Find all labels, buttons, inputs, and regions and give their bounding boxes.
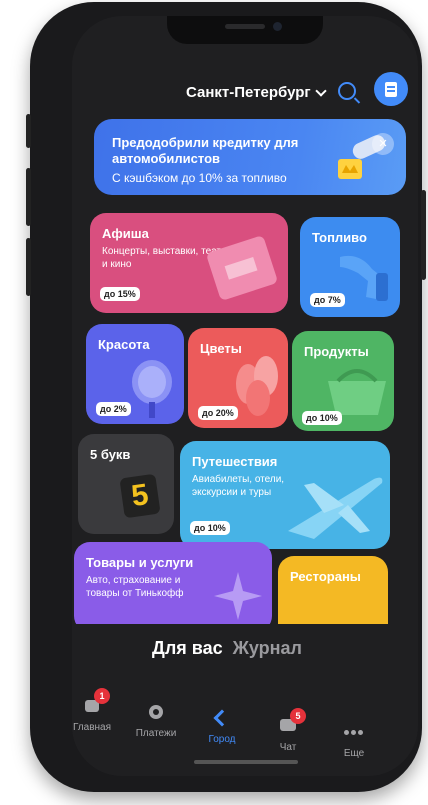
airplane-icon (288, 477, 383, 539)
tile-title: Рестораны (290, 569, 361, 584)
nav-label: Платежи (135, 728, 177, 739)
bottom-sheet: Для вас Журнал 1 Главная Платежи Город 5… (72, 624, 418, 776)
notch (167, 16, 323, 44)
nav-label: Чат (279, 742, 297, 753)
search-icon[interactable] (338, 82, 356, 100)
mirror-icon (132, 360, 172, 418)
fuel-nozzle-icon (340, 255, 388, 301)
nav-item-city[interactable]: Город (192, 708, 252, 745)
speaker (225, 24, 265, 29)
chevron-down-icon (315, 85, 327, 97)
tile-beauty[interactable]: Красота до 2% (86, 324, 184, 424)
phone-frame: Санкт-Петербург Предодобрили кредитку дл… (26, 2, 426, 792)
nav-item-home[interactable]: 1 Главная (72, 688, 122, 733)
tile-afisha[interactable]: Афиша Концерты, выставки, театр и кино д… (90, 213, 288, 313)
sparkle-icon (214, 572, 262, 620)
tile-title: Товары и услуги (86, 555, 194, 570)
promo-banner[interactable]: Предодобрили кредитку для автомобилистов… (94, 119, 406, 195)
close-icon[interactable]: × (372, 133, 394, 155)
city-label: Санкт-Петербург (186, 84, 311, 101)
tile-title: Продукты (304, 344, 369, 359)
nav-label: Город (208, 734, 236, 745)
tile-flowers[interactable]: Цветы до 20% (188, 328, 288, 428)
banner-subtitle: С кэшбэком до 10% за топливо (112, 171, 287, 185)
notification-badge: 5 (290, 708, 306, 724)
cashback-badge: до 2% (96, 402, 131, 416)
nav-item-more[interactable]: Еще (324, 722, 384, 759)
chat-icon: 5 (278, 708, 306, 736)
home-indicator (194, 760, 298, 764)
cashback-badge: до 10% (302, 411, 342, 425)
nav-item-payments[interactable]: Платежи (126, 702, 186, 739)
nav-label: Еще (343, 748, 365, 759)
ticket-icon (207, 236, 277, 300)
cashback-badge: до 15% (100, 287, 140, 301)
city-selector[interactable]: Санкт-Петербург (186, 84, 327, 101)
tab-journal[interactable]: Журнал (233, 638, 302, 659)
front-camera (273, 22, 282, 31)
header: Санкт-Петербург (72, 72, 418, 112)
nav-label: Главная (72, 722, 112, 733)
payments-icon (146, 702, 166, 722)
cashback-badge: до 10% (190, 521, 230, 535)
tile-five-letters[interactable]: 5 букв 5 (78, 434, 174, 534)
banner-title: Предодобрили кредитку для автомобилистов (112, 135, 299, 166)
tile-travel[interactable]: Путешествия Авиабилеты, отели, экскурсии… (180, 441, 390, 549)
profile-button[interactable] (374, 72, 408, 106)
mute-switch (26, 114, 31, 148)
tile-title: Путешествия (192, 454, 278, 469)
notification-badge: 1 (94, 688, 110, 704)
feed-tabs: Для вас Журнал (152, 638, 302, 659)
tile-title: 5 букв (90, 447, 131, 462)
tab-for-you[interactable]: Для вас (152, 638, 223, 659)
tile-goods-services[interactable]: Товары и услуги Авто, страхование и това… (74, 542, 272, 632)
city-icon (212, 708, 232, 728)
nav-item-chat[interactable]: 5 Чат (258, 708, 318, 753)
tile-fuel[interactable]: Топливо до 7% (300, 217, 400, 317)
five-digit-card: 5 (119, 473, 161, 519)
tile-title: Топливо (312, 230, 367, 245)
volume-up-button (26, 168, 31, 226)
documents-icon (385, 81, 397, 97)
volume-down-button (26, 238, 31, 296)
tile-products[interactable]: Продукты до 10% (292, 331, 394, 431)
tile-description: Авто, страхование и товары от Тинькофф (86, 575, 184, 599)
cashback-badge: до 20% (198, 406, 238, 420)
home-icon: 1 (82, 688, 110, 716)
more-icon (344, 722, 364, 742)
power-button (421, 190, 426, 280)
tile-title: Афиша (102, 226, 149, 241)
tile-title: Красота (98, 337, 150, 352)
phone-screen: Санкт-Петербург Предодобрили кредитку дл… (72, 16, 418, 776)
cashback-badge: до 7% (310, 293, 345, 307)
